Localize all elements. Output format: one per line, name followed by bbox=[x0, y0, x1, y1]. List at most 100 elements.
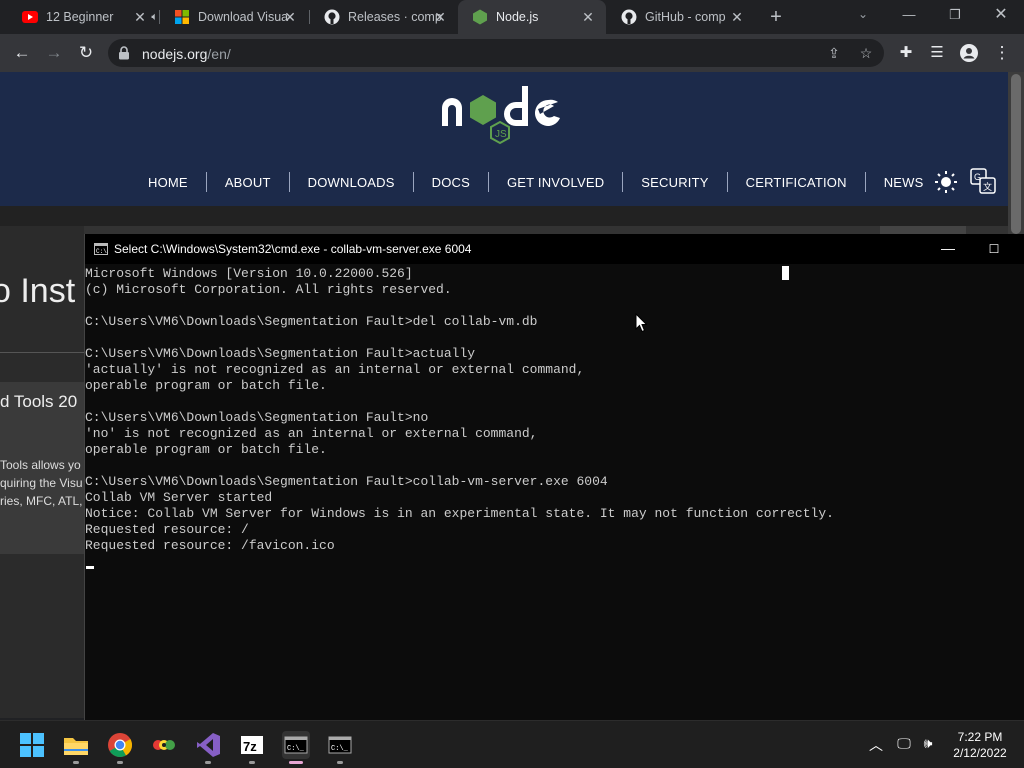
app-icon[interactable] bbox=[150, 731, 178, 759]
lock-icon[interactable] bbox=[118, 46, 132, 60]
console-line: C:\Users\VM6\Downloads\Segmentation Faul… bbox=[85, 474, 608, 489]
svg-text:C:\: C:\ bbox=[96, 248, 107, 255]
show-hidden-icons-chevron-icon[interactable]: ︿ bbox=[866, 735, 886, 755]
active-indicator bbox=[289, 761, 303, 764]
svg-text:JS: JS bbox=[495, 129, 507, 140]
nav-docs[interactable]: DOCS bbox=[414, 175, 488, 190]
console-line: C:\Users\VM6\Downloads\Segmentation Faul… bbox=[85, 314, 538, 329]
mouse-pointer-icon bbox=[635, 313, 647, 333]
tab-youtube[interactable]: 12 Beginner 🔈︎ ✕ bbox=[8, 0, 158, 34]
selection-block bbox=[782, 266, 789, 280]
volume-icon[interactable]: 🕪︎ bbox=[918, 735, 938, 752]
language-translate-icon[interactable]: G 文 bbox=[970, 168, 996, 194]
microsoft-icon bbox=[174, 9, 190, 25]
share-icon[interactable]: ⇪ bbox=[824, 43, 844, 63]
svg-text:G: G bbox=[974, 172, 981, 182]
media-control-icon[interactable]: ☰ bbox=[923, 39, 951, 67]
tab-search-icon[interactable]: ⌄ bbox=[855, 7, 871, 27]
file-explorer-icon[interactable] bbox=[62, 731, 90, 764]
close-tab-icon[interactable]: ✕ bbox=[580, 9, 596, 25]
console-line: Collab VM Server started bbox=[85, 490, 273, 505]
main-nav: HOME ABOUT DOWNLOADS DOCS GET INVOLVED S… bbox=[130, 172, 942, 192]
7zip-icon[interactable]: 7z bbox=[238, 731, 266, 764]
close-tab-icon[interactable]: ✕ bbox=[729, 9, 745, 25]
svg-text:文: 文 bbox=[983, 181, 992, 192]
restore-window-icon[interactable]: ❐ bbox=[932, 0, 978, 30]
svg-text:C:\_: C:\_ bbox=[331, 745, 349, 753]
forward-button[interactable]: → bbox=[40, 39, 68, 67]
cmd-title-bar[interactable]: C:\ Select C:\Windows\System32\cmd.exe -… bbox=[85, 234, 1024, 264]
card-text: Tools allows yo quiring the Visu ries, M… bbox=[0, 458, 83, 508]
browser-menu-icon[interactable]: ⋮ bbox=[988, 39, 1016, 67]
svg-text:C:\_: C:\_ bbox=[287, 745, 305, 753]
clock-date: 2/12/2022 bbox=[953, 746, 1007, 760]
github-icon bbox=[324, 9, 340, 25]
page-background-strip bbox=[0, 206, 1008, 226]
tab-nodejs[interactable]: Node.js ✕ bbox=[458, 0, 606, 34]
cmd-window[interactable]: C:\ Select C:\Windows\System32\cmd.exe -… bbox=[84, 234, 1024, 720]
reload-button[interactable]: ↻ bbox=[72, 39, 100, 67]
nav-news[interactable]: NEWS bbox=[866, 175, 942, 190]
audio-icon[interactable]: 🔈︎ bbox=[151, 11, 158, 24]
chrome-icon[interactable] bbox=[106, 731, 134, 764]
bookmark-star-icon[interactable]: ☆ bbox=[856, 43, 876, 63]
tab-releases[interactable]: Releases · comp ✕ bbox=[310, 0, 458, 34]
console-line: 'actually' is not recognized as an inter… bbox=[85, 362, 585, 377]
console-line: 'no' is not recognized as an internal or… bbox=[85, 426, 538, 441]
console-line: (c) Microsoft Corporation. All rights re… bbox=[85, 282, 452, 297]
github-icon bbox=[621, 9, 637, 25]
page-heading: o Inst bbox=[0, 272, 76, 310]
cmd-title-text: Select C:\Windows\System32\cmd.exe - col… bbox=[114, 242, 472, 256]
cmd-taskbar-icon[interactable]: C:\_ bbox=[282, 731, 310, 764]
theme-toggle-icon[interactable] bbox=[934, 170, 958, 194]
minimize-window-icon[interactable]: — bbox=[886, 0, 932, 30]
cmd-maximize-button[interactable]: ☐ bbox=[977, 234, 1011, 264]
extensions-icon[interactable]: ✚ bbox=[892, 39, 920, 67]
tab-visual-studio[interactable]: Download Visua ✕ bbox=[160, 0, 308, 34]
cmd-icon: C:\ bbox=[94, 243, 108, 255]
close-tab-icon[interactable]: ✕ bbox=[432, 9, 448, 25]
nav-certification[interactable]: CERTIFICATION bbox=[728, 175, 865, 190]
close-tab-icon[interactable]: ✕ bbox=[132, 9, 148, 25]
console-line: Notice: Collab VM Server for Windows is … bbox=[85, 506, 834, 521]
address-bar[interactable]: nodejs.org/en/ ⇪ ☆ bbox=[108, 39, 884, 67]
system-clock[interactable]: 7:22 PM 2/12/2022 bbox=[940, 729, 1020, 761]
windows-taskbar: 7z C:\_ C:\_ ︿ 🖵︎ 🕪︎ 7:22 PM 2/12/2022 bbox=[0, 720, 1024, 768]
new-tab-button[interactable]: + bbox=[766, 7, 786, 27]
console-line: operable program or batch file. bbox=[85, 442, 327, 457]
page-content-partial: o Inst d Tools 20 Tools allows yo quirin… bbox=[0, 226, 84, 718]
youtube-icon bbox=[22, 9, 38, 25]
cmd-taskbar-icon[interactable]: C:\_ bbox=[326, 731, 354, 764]
running-indicator bbox=[117, 761, 123, 764]
console-line: Requested resource: / bbox=[85, 522, 249, 537]
running-indicator bbox=[337, 761, 343, 764]
scrollbar-thumb[interactable] bbox=[1011, 74, 1021, 234]
cmd-minimize-button[interactable]: — bbox=[931, 234, 965, 264]
nodejs-logo[interactable]: JS bbox=[440, 78, 570, 158]
nav-security[interactable]: SECURITY bbox=[623, 175, 726, 190]
console-line: C:\Users\VM6\Downloads\Segmentation Faul… bbox=[85, 410, 429, 425]
console-line: Requested resource: /favicon.ico bbox=[85, 538, 335, 553]
content-card: d Tools 20 Tools allows yo quiring the V… bbox=[0, 382, 84, 554]
network-icon[interactable]: 🖵︎ bbox=[894, 735, 914, 752]
running-indicator bbox=[205, 761, 211, 764]
cmd-output[interactable]: Microsoft Windows [Version 10.0.22000.52… bbox=[85, 266, 1024, 716]
start-icon[interactable] bbox=[18, 731, 46, 759]
running-indicator bbox=[73, 761, 79, 764]
close-window-icon[interactable]: ✕ bbox=[978, 0, 1024, 30]
console-line: C:\Users\VM6\Downloads\Segmentation Faul… bbox=[85, 346, 476, 361]
nav-downloads[interactable]: DOWNLOADS bbox=[290, 175, 413, 190]
visual-studio-icon[interactable] bbox=[194, 731, 222, 764]
console-line: Microsoft Windows [Version 10.0.22000.52… bbox=[85, 266, 413, 281]
close-tab-icon[interactable]: ✕ bbox=[282, 9, 298, 25]
site-header: JS HOME ABOUT DOWNLOADS DOCS GET INVOLVE… bbox=[0, 72, 1008, 206]
nav-home[interactable]: HOME bbox=[130, 175, 206, 190]
tab-github[interactable]: GitHub - comp ✕ bbox=[607, 0, 755, 34]
nav-about[interactable]: ABOUT bbox=[207, 175, 289, 190]
profile-icon[interactable] bbox=[955, 39, 983, 67]
svg-text:7z: 7z bbox=[243, 739, 257, 754]
nav-get-involved[interactable]: GET INVOLVED bbox=[489, 175, 622, 190]
card-heading: d Tools 20 bbox=[0, 392, 78, 411]
tab-strip: 12 Beginner 🔈︎ ✕ Download Visua ✕ Releas… bbox=[0, 0, 1024, 34]
back-button[interactable]: ← bbox=[8, 39, 36, 67]
